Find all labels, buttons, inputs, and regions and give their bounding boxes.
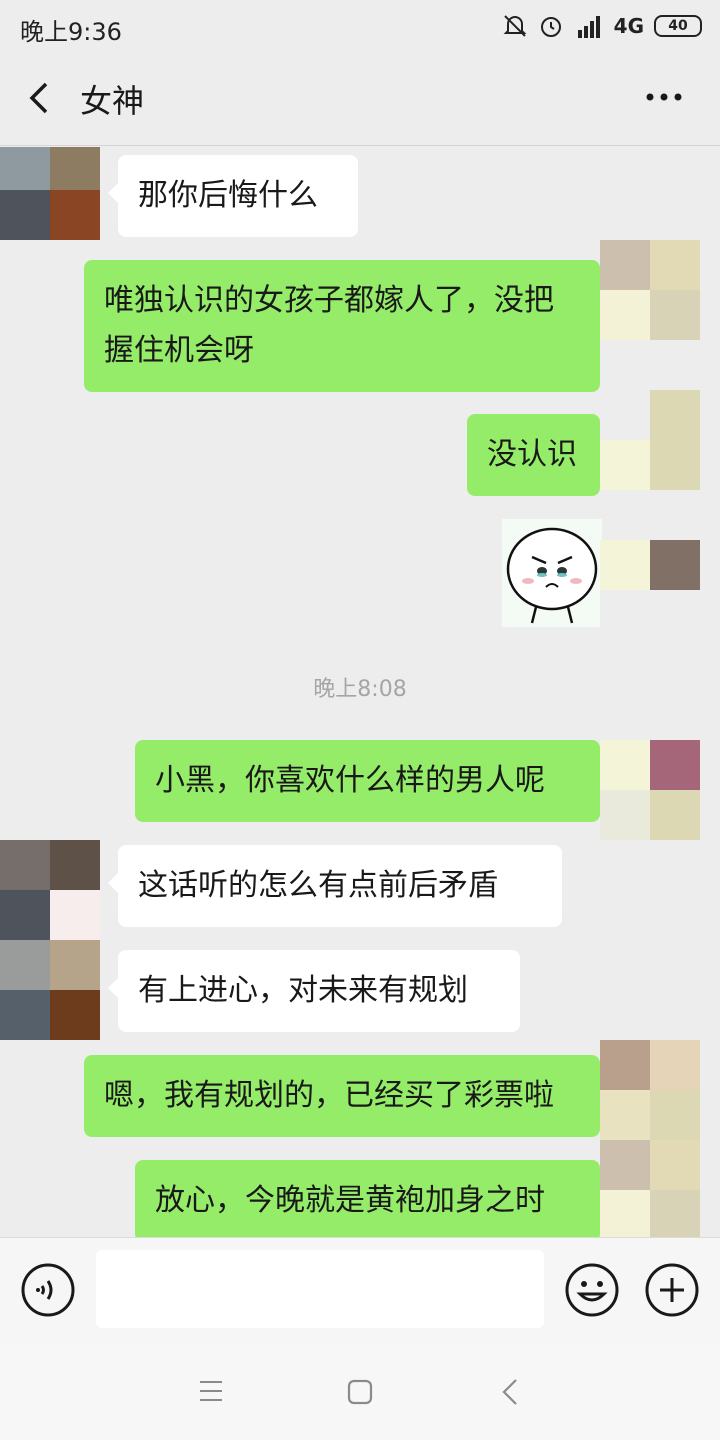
message-bubble-outgoing[interactable]: 嗯，我有规划的，已经买了彩票啦: [84, 1055, 610, 1137]
my-avatar[interactable]: [600, 740, 700, 840]
hd-signal-icon: [577, 16, 600, 38]
message-timestamp: 晚上8:08: [313, 677, 407, 702]
status-bar: 晚上9:36 4G 40: [0, 0, 720, 52]
network-type: 4G: [613, 14, 644, 38]
message-bubble-outgoing[interactable]: 放心，今晚就是黄袍加身之时: [135, 1160, 610, 1237]
my-avatar[interactable]: [600, 1140, 700, 1237]
chat-title: 女神: [80, 82, 145, 120]
angry-face-sticker[interactable]: [502, 519, 602, 627]
home-icon[interactable]: [347, 1379, 373, 1405]
system-nav-bar: [0, 1345, 720, 1440]
battery-icon: 40: [654, 15, 702, 37]
message-bubble-outgoing[interactable]: 小黑，你喜欢什么样的男人呢: [135, 740, 610, 822]
contact-avatar[interactable]: [0, 840, 100, 940]
plus-icon[interactable]: [644, 1262, 700, 1318]
chat-header: 女神: [0, 52, 720, 146]
my-avatar[interactable]: [600, 240, 700, 340]
message-input[interactable]: [96, 1250, 544, 1328]
input-bar: [0, 1237, 720, 1345]
message-bubble-outgoing[interactable]: 唯独认识的女孩子都嫁人了，没把握住机会呀: [84, 260, 610, 392]
menu-icon[interactable]: [198, 1379, 224, 1403]
status-icons: 4G 40: [502, 12, 702, 40]
message-bubble-incoming[interactable]: 那你后悔什么: [108, 155, 358, 237]
voice-icon[interactable]: [20, 1262, 76, 1318]
back-icon[interactable]: [500, 1377, 520, 1407]
mute-bell-icon: [503, 15, 527, 37]
alarm-icon: [540, 17, 561, 37]
message-bubble-outgoing[interactable]: 没认识: [467, 414, 610, 496]
my-avatar[interactable]: [600, 390, 700, 490]
contact-avatar[interactable]: [0, 940, 100, 1040]
ellipsis-icon[interactable]: [644, 82, 684, 112]
message-bubble-incoming[interactable]: 这话听的怎么有点前后矛盾: [108, 845, 562, 927]
message-bubble-incoming[interactable]: 有上进心，对未来有规划: [108, 950, 520, 1032]
chevron-left-icon[interactable]: [24, 78, 54, 118]
my-avatar[interactable]: [600, 540, 700, 640]
emoji-icon[interactable]: [564, 1262, 620, 1318]
contact-avatar[interactable]: [0, 147, 100, 240]
my-avatar[interactable]: [600, 1040, 700, 1140]
message-list[interactable]: 那你后悔什么 唯独认识的女孩子都嫁人了，没把握住机会呀 没认识 晚上8:08 小…: [0, 147, 720, 1237]
status-time: 晚上9:36: [20, 18, 122, 46]
